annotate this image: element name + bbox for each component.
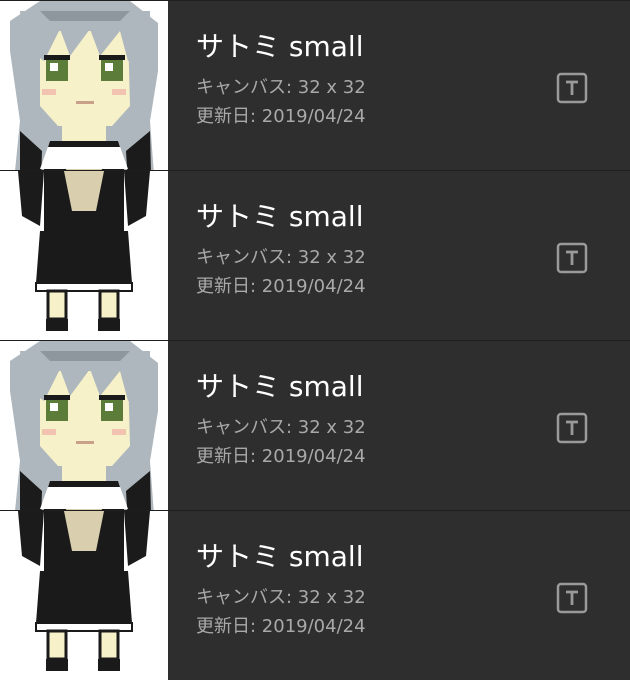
- pixel-art-image: [10, 341, 158, 511]
- item-text-block: サトミ small キャンバス: 32 x 32 更新日: 2019/04/24: [196, 537, 366, 641]
- updated-label: 更新日: [196, 446, 250, 467]
- canvas-size-line: キャンバス: 32 x 32: [196, 417, 366, 438]
- updated-date-line: 更新日: 2019/04/24: [196, 276, 366, 297]
- canvas-label: キャンバス: [196, 77, 286, 98]
- canvas-size-value: 32 x 32: [297, 417, 366, 438]
- canvas-label: キャンバス: [196, 247, 286, 268]
- list-item[interactable]: サトミ small キャンバス: 32 x 32 更新日: 2019/04/24: [0, 170, 630, 341]
- pixel-art-image: [10, 1, 158, 171]
- artwork-thumbnail[interactable]: [0, 171, 168, 341]
- list-item[interactable]: サトミ small キャンバス: 32 x 32 更新日: 2019/04/24: [0, 510, 630, 680]
- canvas-label: キャンバス: [196, 417, 286, 438]
- artwork-thumbnail[interactable]: [0, 511, 168, 680]
- updated-date-value: 2019/04/24: [261, 446, 366, 467]
- updated-label: 更新日: [196, 276, 250, 297]
- canvas-label: キャンバス: [196, 587, 286, 608]
- item-title: サトミ small: [196, 370, 364, 403]
- updated-date-value: 2019/04/24: [261, 106, 366, 127]
- item-text-block: サトミ small キャンバス: 32 x 32 更新日: 2019/04/24: [196, 197, 366, 301]
- artwork-thumbnail[interactable]: [0, 341, 168, 511]
- updated-date-value: 2019/04/24: [261, 616, 366, 637]
- canvas-size-line: キャンバス: 32 x 32: [196, 77, 366, 98]
- updated-label: 更新日: [196, 106, 250, 127]
- item-title: サトミ small: [196, 200, 364, 233]
- artwork-thumbnail[interactable]: [0, 1, 168, 171]
- text-type-icon[interactable]: [555, 71, 589, 105]
- canvas-size-value: 32 x 32: [297, 77, 366, 98]
- item-text-block: サトミ small キャンバス: 32 x 32 更新日: 2019/04/24: [196, 27, 366, 131]
- artwork-list: サトミ small キャンバス: 32 x 32 更新日: 2019/04/24: [0, 0, 630, 680]
- item-text-block: サトミ small キャンバス: 32 x 32 更新日: 2019/04/24: [196, 367, 366, 471]
- text-type-icon[interactable]: [555, 411, 589, 445]
- item-title: サトミ small: [196, 30, 364, 63]
- updated-date-line: 更新日: 2019/04/24: [196, 106, 366, 127]
- canvas-size-line: キャンバス: 32 x 32: [196, 587, 366, 608]
- list-item[interactable]: サトミ small キャンバス: 32 x 32 更新日: 2019/04/24: [0, 0, 630, 171]
- text-type-icon[interactable]: [555, 581, 589, 615]
- text-type-icon[interactable]: [555, 241, 589, 275]
- updated-date-line: 更新日: 2019/04/24: [196, 446, 366, 467]
- pixel-art-image: [0, 171, 168, 341]
- list-item[interactable]: サトミ small キャンバス: 32 x 32 更新日: 2019/04/24: [0, 340, 630, 511]
- item-title: サトミ small: [196, 540, 364, 573]
- updated-date-line: 更新日: 2019/04/24: [196, 616, 366, 637]
- canvas-size-line: キャンバス: 32 x 32: [196, 247, 366, 268]
- pixel-art-image: [0, 511, 168, 680]
- updated-date-value: 2019/04/24: [261, 276, 366, 297]
- updated-label: 更新日: [196, 616, 250, 637]
- canvas-size-value: 32 x 32: [297, 247, 366, 268]
- canvas-size-value: 32 x 32: [297, 587, 366, 608]
